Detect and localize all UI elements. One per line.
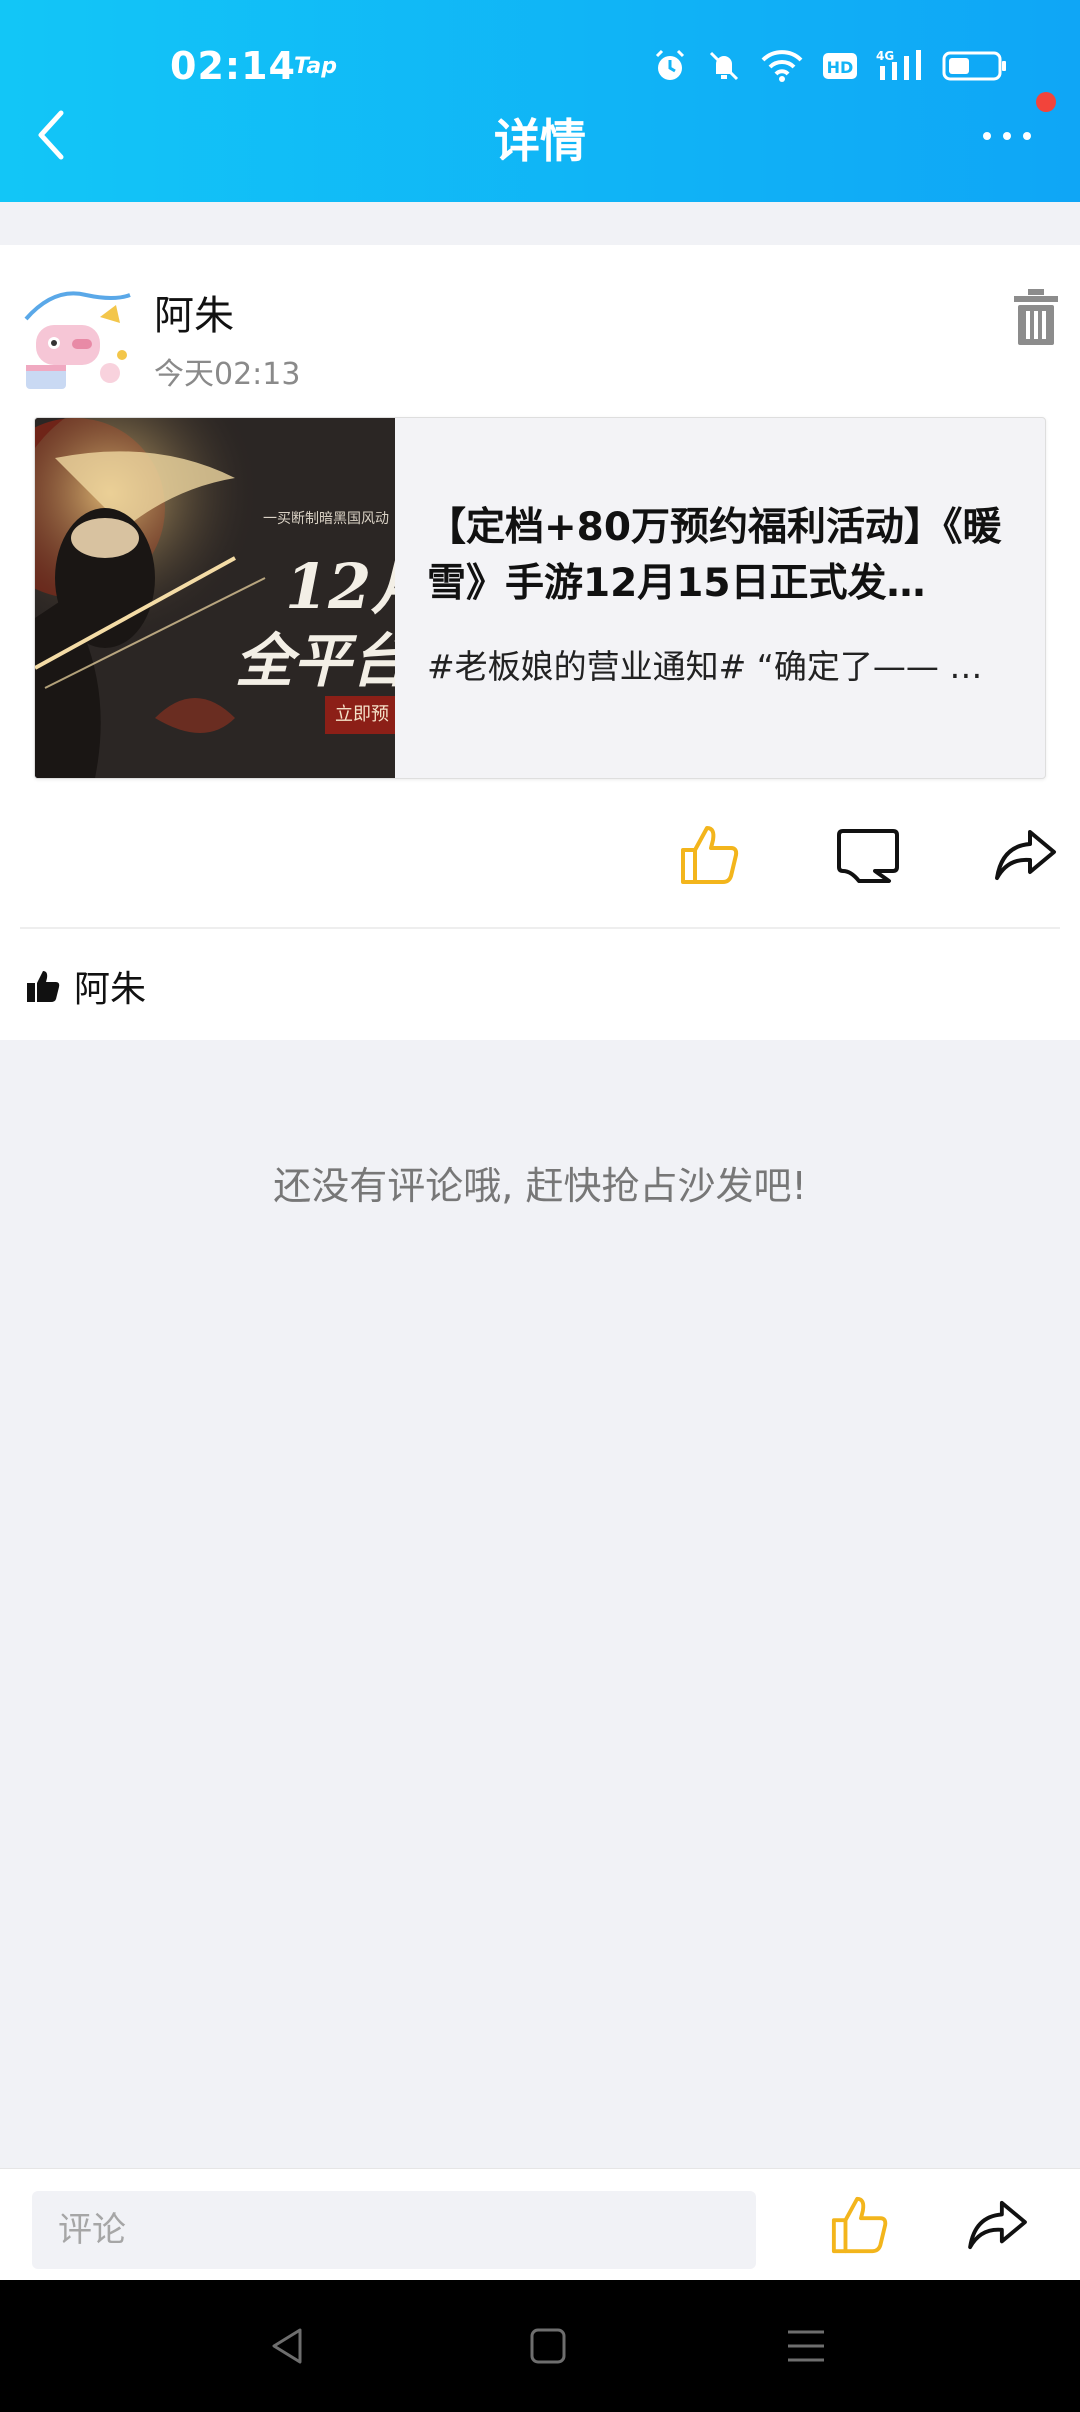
4g-signal-icon: 4G [876, 49, 921, 80]
comment-button[interactable] [828, 815, 908, 895]
mute-icon [709, 51, 739, 81]
thumb-headline-2: 全平台 [235, 627, 395, 695]
post-card: 阿朱 今天02:13 一买断制暗黑国风动 12 全平台 立即预 【定档+80万预… [0, 245, 1080, 1040]
more-dot [1003, 132, 1011, 140]
share-icon [995, 830, 1056, 880]
birthday-avatar-icon [17, 278, 137, 398]
page-title: 详情 [494, 114, 586, 168]
system-nav-bar [0, 2280, 1080, 2412]
triangle-back-icon [272, 2328, 302, 2364]
thumb-cta: 立即预 [325, 696, 395, 734]
thumb-headline-1: 12月 [285, 550, 395, 623]
wifi-icon [761, 50, 803, 82]
nav-back-button[interactable] [258, 2316, 318, 2376]
post-actions [0, 815, 1080, 915]
thumb-up-icon [681, 826, 739, 884]
svg-text:HD: HD [827, 58, 854, 77]
delete-button[interactable] [1012, 289, 1060, 345]
more-dot [1023, 132, 1031, 140]
menu-lines-icon [788, 2330, 824, 2362]
link-description: #老板娘的营业通知# “确定了—— … [427, 647, 983, 686]
author-name[interactable]: 阿朱 [154, 283, 234, 341]
svg-text:4G: 4G [876, 49, 894, 63]
nav-menu-button[interactable] [776, 2316, 836, 2376]
thumb-up-icon [831, 2196, 888, 2254]
thumb-up-filled-icon [27, 971, 60, 1002]
share-button[interactable] [986, 815, 1066, 895]
empty-comments-text: 还没有评论哦, 赶快抢占沙发吧! [273, 1164, 807, 1208]
status-carrier-label: Tap [294, 54, 337, 79]
divider [20, 927, 1060, 929]
trash-icon [1014, 289, 1058, 345]
link-title: 【定档+80万预约福利活动】《暖雪》手游12月15日正式发… [427, 505, 1002, 606]
comment-composer [0, 2168, 1080, 2281]
post-time: 今天02:13 [154, 357, 301, 392]
more-dots-icon [983, 132, 991, 140]
notification-dot [1036, 92, 1056, 112]
avatar[interactable] [14, 275, 140, 401]
battery-icon [942, 51, 1006, 81]
alarm-icon [655, 49, 685, 80]
nav-home-button[interactable] [518, 2316, 578, 2376]
shared-link-card[interactable]: 一买断制暗黑国风动 12月 全平台 立即预 【定档+80万预约福利活动】《暖雪》… [34, 417, 1046, 779]
square-home-icon [530, 2328, 566, 2364]
likes-row: 阿朱 [26, 960, 146, 1012]
like-button[interactable] [670, 815, 750, 895]
comment-icon [837, 829, 899, 883]
share-icon [968, 2200, 1027, 2250]
status-time: 02:14 [170, 44, 296, 88]
composer-share-button[interactable] [958, 2185, 1038, 2265]
hd-icon: HD [823, 53, 857, 79]
like-user[interactable]: 阿朱 [74, 960, 146, 1012]
link-thumbnail: 一买断制暗黑国风动 12月 全平台 立即预 [35, 418, 395, 778]
more-button[interactable] [962, 116, 1052, 156]
composer-like-button[interactable] [820, 2185, 900, 2265]
thumb-subtitle: 一买断制暗黑国风动 [263, 511, 389, 527]
comment-input[interactable] [32, 2191, 756, 2269]
app-header: 02:14 Tap HD 4G 详情 [0, 0, 1080, 202]
status-icons: HD 4G [652, 48, 1008, 84]
